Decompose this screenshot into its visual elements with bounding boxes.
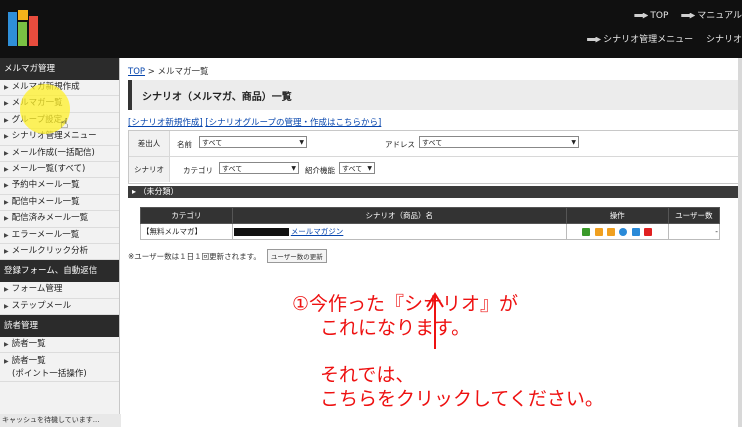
app-logo-icon[interactable]	[6, 8, 40, 50]
annotation-line-2: これになります。	[320, 317, 471, 339]
sidebar-item[interactable]: ▶ 配信中メール一覧	[0, 195, 119, 212]
top-nav: TOP マニュアル	[624, 8, 742, 21]
triangle-icon: ▶	[4, 116, 9, 124]
scenario-table: カテゴリ シナリオ（商品）名 操作 ユーザー数 【無料メルマガ】 メールマガジン	[140, 207, 721, 240]
top-link[interactable]: TOP	[634, 11, 668, 21]
monitor-icon[interactable]	[631, 228, 640, 236]
filter-header: 差出人	[129, 131, 170, 156]
triangle-icon: ▶	[4, 341, 9, 349]
dropdown-arrow-icon: ▼	[299, 139, 304, 146]
table-row: 【無料メルマガ】 メールマガジン -	[140, 223, 721, 240]
page-title: シナリオ（メルマガ、商品）一覧	[142, 92, 292, 103]
sidebar-item[interactable]: ▶ 予約中メール一覧	[0, 178, 119, 195]
arrow-icon	[681, 12, 696, 19]
users-icon[interactable]	[607, 228, 615, 236]
dropdown-arrow-icon: ▼	[571, 139, 576, 146]
dropdown-arrow-icon: ▼	[291, 165, 296, 172]
hand-cursor-icon: ☝	[60, 116, 69, 132]
col-header: シナリオ（商品）名	[231, 207, 567, 224]
row-name-cell: メールマガジン	[231, 223, 567, 240]
app-header: TOP マニュアル シナリオ管理メニュー シナリオ	[0, 0, 742, 58]
delete-icon[interactable]	[644, 228, 653, 236]
edit-icon[interactable]	[582, 228, 591, 236]
triangle-icon: ▶	[4, 358, 9, 366]
triangle-icon: ▶	[4, 302, 9, 310]
col-header: カテゴリ	[140, 207, 233, 224]
triangle-icon: ▶	[4, 231, 9, 239]
breadcrumb: TOP > メルマガ一覧	[128, 67, 209, 77]
group-header[interactable]: ▸ （未分類）	[128, 186, 742, 198]
update-users-button[interactable]: ユーザー数の更新	[266, 249, 327, 263]
row-users: -	[667, 223, 721, 240]
copy-icon[interactable]	[619, 228, 628, 236]
page-title-bar: シナリオ（メルマガ、商品）一覧	[128, 80, 742, 110]
arrow-icon	[634, 12, 649, 19]
arrow-icon	[587, 36, 602, 43]
scenario-link[interactable]: シナリオ	[706, 35, 742, 45]
annotation-line-4: こちらをクリックしてください。	[320, 388, 604, 410]
filter-panel: 差出人 名前 すべて ▼ アドレス すべて ▼ シナリオ カテゴリ すべて ▼ 紹介機…	[128, 130, 742, 184]
triangle-icon: ▶	[4, 100, 9, 108]
annotation-line-1: ①今作った『シナリオ』が	[292, 293, 519, 315]
sidebar-item[interactable]: ▶ フォーム管理	[0, 282, 119, 299]
triangle-icon: ▶	[4, 215, 9, 223]
scenario-name-link[interactable]: メールマガジン	[291, 227, 344, 236]
scenario-group-link[interactable]: [シナリオグループの管理・作成はこちらから]	[205, 118, 381, 128]
col-header: ユーザー数	[667, 207, 721, 224]
sidebar-section-readers: 読者管理	[0, 315, 119, 338]
manual-link[interactable]: マニュアル	[681, 11, 742, 21]
scrollbar[interactable]	[738, 58, 742, 427]
mail-icon[interactable]	[594, 228, 603, 236]
triangle-icon: ▶	[4, 198, 9, 206]
filter-row-sender: 差出人 名前 すべて ▼ アドレス すべて ▼	[129, 131, 742, 157]
sidebar-item[interactable]: ▶ 読者一覧	[0, 337, 119, 354]
filter-label: 名前	[177, 140, 192, 149]
sub-nav: シナリオ管理メニュー シナリオ	[577, 32, 742, 45]
new-scenario-link[interactable]: [シナリオ新規作成]	[128, 118, 203, 128]
redacted-block	[233, 228, 289, 236]
annotation-line-3: それでは、	[320, 364, 415, 386]
filter-label: 紹介機能	[305, 166, 335, 175]
triangle-icon: ▶	[4, 84, 9, 91]
sidebar-item[interactable]: ▶ メール作成(一括配信)	[0, 146, 119, 162]
screen: TOP マニュアル シナリオ管理メニュー シナリオ メルマガ管理 ▶メルマガ新規…	[0, 0, 742, 427]
sidebar-item[interactable]: ▶ ステップメール	[0, 299, 119, 316]
row-ops	[565, 223, 669, 240]
sender-name-select[interactable]: すべて ▼	[199, 136, 307, 148]
filter-label: アドレス	[385, 140, 415, 149]
filter-label: カテゴリ	[183, 166, 213, 175]
sidebar-item[interactable]: ▶ メールクリック分析	[0, 244, 119, 261]
sidebar-item[interactable]: ▶ 配信済みメール一覧	[0, 211, 119, 228]
filter-row-scenario: シナリオ カテゴリ すべて ▼ 紹介機能 すべて ▼	[129, 157, 742, 182]
sender-address-select[interactable]: すべて ▼	[419, 136, 579, 148]
main-content: TOP > メルマガ一覧 シナリオ（メルマガ、商品）一覧 [シナリオ新規作成] …	[120, 58, 742, 427]
col-header: 操作	[565, 207, 669, 224]
sidebar-item[interactable]: ▶ 読者一覧 (ポイント一括操作)	[0, 353, 119, 383]
triangle-icon: ▶	[4, 165, 9, 173]
status-bar: キャッシュを待機しています...	[0, 414, 121, 427]
intro-select[interactable]: すべて ▼	[339, 162, 375, 174]
category-select[interactable]: すべて ▼	[219, 162, 299, 174]
filter-header: シナリオ	[129, 157, 170, 182]
update-note: ※ユーザー数は１日１回更新されます。 ユーザー数の更新	[128, 249, 327, 263]
action-links: [シナリオ新規作成] [シナリオグループの管理・作成はこちらから]	[128, 116, 381, 128]
dropdown-arrow-icon: ▼	[367, 165, 372, 172]
triangle-icon: ▶	[4, 149, 9, 157]
triangle-icon: ▶	[4, 286, 9, 294]
triangle-icon: ▶	[4, 247, 9, 255]
triangle-icon: ▶	[4, 182, 9, 190]
sidebar-section-forms: 登録フォーム、自動返信	[0, 260, 119, 283]
table-header-row: カテゴリ シナリオ（商品）名 操作 ユーザー数	[140, 207, 721, 224]
row-category: 【無料メルマガ】	[140, 223, 233, 240]
triangle-icon: ▶	[4, 133, 9, 141]
sidebar-section-mailmag: メルマガ管理	[0, 58, 119, 80]
scenario-menu-link[interactable]: シナリオ管理メニュー	[587, 35, 693, 45]
sidebar-item[interactable]: ▶ メール一覧(すべて)	[0, 162, 119, 179]
scenario-group: ▸ （未分類） カテゴリ シナリオ（商品）名 操作 ユーザー数 【無料メルマガ】…	[128, 186, 742, 240]
breadcrumb-top-link[interactable]: TOP	[128, 67, 145, 77]
sidebar-item[interactable]: ▶ エラーメール一覧	[0, 228, 119, 244]
